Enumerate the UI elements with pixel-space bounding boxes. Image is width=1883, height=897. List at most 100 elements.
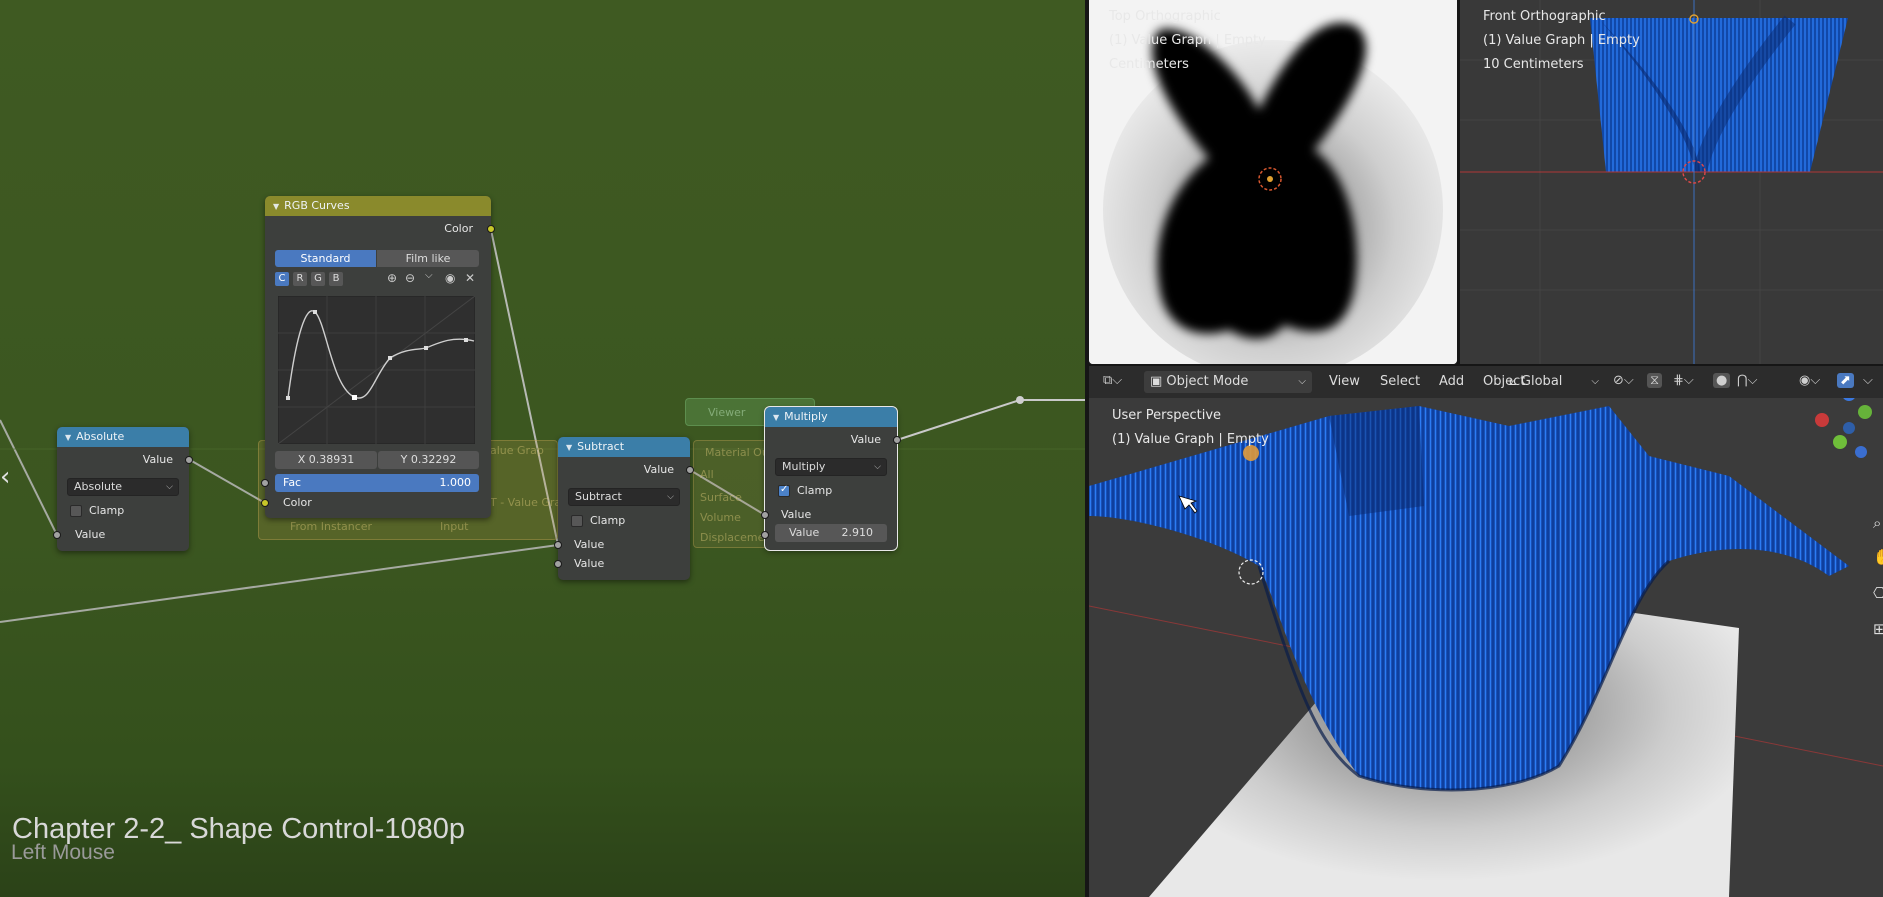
falloff-icon[interactable]: ⋂⌵ [1737, 373, 1758, 388]
node-editor[interactable]: alue Grap T - Value Gra From Instancer I… [0, 0, 1085, 897]
menu-select[interactable]: Select [1374, 371, 1426, 393]
collapse-arrow-icon[interactable]: ‹ [0, 462, 10, 492]
curve-graph[interactable] [278, 296, 475, 444]
channel-b-button[interactable]: B [329, 272, 343, 286]
multiply-operation-dropdown[interactable]: Multiply ⌵ [775, 458, 887, 476]
front-ortho-info: Front Orthographic (1) Value Graph | Emp… [1483, 5, 1640, 77]
tab-film-like[interactable]: Film like [377, 250, 479, 267]
chevron-down-icon[interactable]: ⌵ [425, 270, 433, 281]
subtract-clamp-checkbox[interactable] [571, 515, 583, 527]
persp-object: (1) Value Graph | Empty [1112, 432, 1269, 447]
collapse-triangle-icon[interactable]: ▼ [566, 443, 572, 452]
chevron-down-icon: ⌵ [874, 462, 881, 472]
absolute-input-socket[interactable] [53, 531, 61, 539]
collapse-triangle-icon[interactable]: ▼ [65, 433, 71, 442]
subtract-node-title: Subtract [577, 440, 625, 453]
clip-dot-icon[interactable]: ◉ [445, 271, 455, 285]
rgb-curves-color-input-socket[interactable] [261, 499, 269, 507]
front-ortho-object: (1) Value Graph | Empty [1483, 33, 1640, 48]
rgb-curves-node-header[interactable]: ▼ RGB Curves [265, 196, 491, 216]
collapse-triangle-icon[interactable]: ▼ [273, 202, 279, 211]
viewport-front-orthographic[interactable]: Front Orthographic (1) Value Graph | Emp… [1460, 0, 1883, 364]
fac-slider[interactable]: Fac 1.000 [275, 474, 479, 492]
subtract-output-socket[interactable] [686, 466, 694, 474]
camera-icon[interactable]: ⎔ [1873, 584, 1883, 602]
proportional-edit-icon[interactable]: ● [1713, 373, 1731, 388]
rgb-curves-output-socket[interactable] [487, 225, 495, 233]
persp-info: User Perspective (1) Value Graph | Empty [1112, 404, 1269, 452]
viewport-top-orthographic[interactable]: Top Orthographic (1) Value Graph | Empty… [1089, 0, 1457, 364]
multiply-clamp-label: Clamp [797, 484, 833, 497]
absolute-output-socket[interactable] [185, 456, 193, 464]
chevron-down-icon: ⌵ [667, 492, 674, 502]
pivot-icon[interactable]: ⊘⌵ [1613, 373, 1634, 388]
multiply-node[interactable]: ▼ Multiply Value Multiply ⌵ Clamp Value Va… [761, 406, 901, 551]
subtract-input2-socket[interactable] [554, 560, 562, 568]
visibility-eye-icon[interactable]: ◉⌵ [1799, 373, 1820, 388]
rgb-curves-node-title: RGB Curves [284, 199, 350, 212]
fac-value: 1.000 [439, 476, 472, 489]
ghost-label-surface: Surface [700, 491, 742, 504]
viewport-header: ⧉⌵ ▣ Object Mode ⌵ View Select Add Object… [1089, 366, 1883, 398]
multiply-value-label: Value [789, 526, 820, 539]
subtract-output-label: Value [643, 463, 674, 476]
pan-hand-icon[interactable]: ✋ [1873, 548, 1883, 566]
subtract-operation-value: Subtract [575, 490, 622, 503]
absolute-node-header[interactable]: ▼ Absolute [57, 427, 189, 447]
rgb-curves-node[interactable]: ▼ RGB Curves Color Standard Film like C R… [261, 196, 495, 518]
absolute-clamp-checkbox[interactable] [70, 505, 82, 517]
orientation-dropdown[interactable]: ⟀ Global ⌵ [1503, 371, 1603, 393]
subtract-input2-label: Value [574, 557, 605, 570]
snap-toggle-icon[interactable]: ⧖ [1647, 373, 1663, 388]
fac-input-socket[interactable] [261, 479, 269, 487]
area-divider[interactable] [1085, 0, 1089, 897]
absolute-node[interactable]: ▼ Absolute Value Absolute ⌵ Clamp Value [53, 427, 193, 551]
channel-r-button[interactable]: R [293, 272, 307, 286]
subtract-operation-dropdown[interactable]: Subtract ⌵ [568, 488, 680, 506]
subtract-node[interactable]: ▼ Subtract Value Subtract ⌵ Clamp Value Va… [554, 437, 694, 580]
chevron-down-icon: ⌵ [1591, 376, 1599, 387]
tab-standard[interactable]: Standard [275, 250, 376, 267]
area-divider[interactable] [1457, 0, 1460, 364]
channel-c-button[interactable]: C [275, 272, 289, 286]
multiply-input-socket[interactable] [761, 511, 769, 519]
collapse-triangle-icon[interactable]: ▼ [773, 413, 779, 422]
chevron-down-icon: ⌵ [166, 482, 173, 492]
snap-target-icon[interactable]: ⋕⌵ [1673, 373, 1694, 388]
object-mode-dropdown[interactable]: ▣ Object Mode ⌵ [1144, 371, 1312, 393]
multiply-output-label: Value [850, 433, 881, 446]
curve-y-readout[interactable]: Y 0.32292 [378, 451, 479, 469]
menu-view[interactable]: View [1323, 371, 1366, 393]
zoom-in-icon[interactable]: ⊕ [387, 271, 397, 285]
multiply-output-socket[interactable] [893, 436, 901, 444]
zoom-out-icon[interactable]: ⊖ [405, 271, 415, 285]
multiply-value-field[interactable]: Value 2.910 [775, 524, 887, 542]
fac-label: Fac [283, 476, 302, 489]
channel-g-button[interactable]: G [311, 272, 325, 286]
close-icon[interactable]: ✕ [465, 271, 475, 285]
absolute-operation-dropdown[interactable]: Absolute ⌵ [67, 478, 179, 496]
editor-type-icon[interactable]: ⧉⌵ [1103, 373, 1122, 388]
multiply-node-header[interactable]: ▼ Multiply [765, 407, 897, 427]
chevron-down-icon[interactable]: ⌵ [1863, 373, 1873, 388]
curve-x-readout[interactable]: X 0.38931 [275, 451, 377, 469]
viewport-user-perspective[interactable]: ⧉⌵ ▣ Object Mode ⌵ View Select Add Object… [1089, 366, 1883, 897]
subtract-node-header[interactable]: ▼ Subtract [558, 437, 690, 457]
absolute-clamp-label: Clamp [89, 504, 125, 517]
multiply-value-socket[interactable] [761, 531, 769, 539]
grid-icon[interactable]: ⊞ [1873, 620, 1883, 638]
front-ortho-units: 10 Centimeters [1483, 57, 1584, 72]
subtract-input1-socket[interactable] [554, 541, 562, 549]
zoom-icon[interactable]: ⌕ [1873, 514, 1881, 532]
multiply-clamp-checkbox[interactable] [778, 484, 790, 497]
absolute-node-title: Absolute [76, 430, 125, 443]
menu-add[interactable]: Add [1433, 371, 1470, 393]
ghost-label-all: All [700, 468, 714, 481]
rgb-curves-output-label: Color [444, 222, 473, 235]
ghost-label-from-instancer: From Instancer [290, 520, 373, 533]
ghost-label-viewer: Viewer [708, 406, 746, 419]
area-divider[interactable] [1089, 364, 1883, 366]
gizmo-toggle-icon[interactable]: ⬈ [1837, 373, 1854, 388]
multiply-operation-value: Multiply [782, 460, 826, 473]
ghost-label-input: Input [440, 520, 469, 533]
